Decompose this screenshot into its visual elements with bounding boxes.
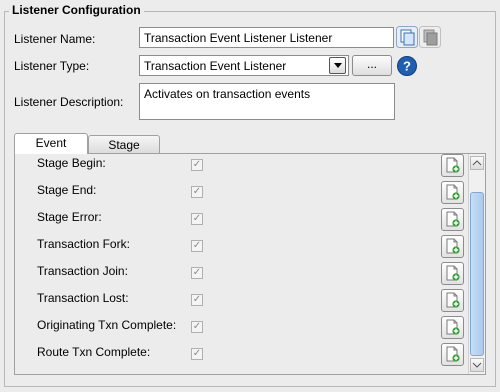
event-list-scrollbar[interactable] bbox=[468, 154, 485, 374]
group-title: Listener Configuration bbox=[9, 3, 144, 17]
stage-error-checkbox[interactable]: ✓ bbox=[191, 213, 203, 225]
add-document-icon bbox=[446, 238, 460, 254]
event-label-route-txn-complete: Route Txn Complete: bbox=[37, 345, 151, 359]
paste-button[interactable] bbox=[419, 26, 441, 48]
event-label-transaction-join: Transaction Join: bbox=[37, 264, 128, 278]
add-document-icon bbox=[446, 157, 460, 173]
add-stage-end-button[interactable] bbox=[441, 181, 464, 204]
copy-button[interactable] bbox=[396, 26, 418, 48]
copy-icon bbox=[396, 26, 418, 48]
tab-event[interactable]: Event bbox=[14, 133, 88, 154]
listener-name-field[interactable]: Transaction Event Listener Listener bbox=[139, 27, 394, 48]
event-panel: Stage Begin: ✓ Stage End: ✓ Stage Error:… bbox=[14, 153, 486, 375]
event-label-transaction-lost: Transaction Lost: bbox=[37, 291, 129, 305]
route-txn-complete-checkbox[interactable]: ✓ bbox=[191, 348, 203, 360]
add-document-icon bbox=[446, 211, 460, 227]
help-icon: ? bbox=[397, 56, 417, 76]
transaction-fork-checkbox[interactable]: ✓ bbox=[191, 240, 203, 252]
originating-txn-complete-checkbox[interactable]: ✓ bbox=[191, 321, 203, 333]
add-document-icon bbox=[446, 292, 460, 308]
paste-icon bbox=[419, 26, 441, 48]
chevron-down-icon[interactable] bbox=[329, 57, 346, 74]
listener-description-field[interactable]: Activates on transaction events bbox=[139, 83, 395, 120]
listener-type-label: Listener Type: bbox=[14, 59, 90, 73]
help-button[interactable]: ? bbox=[396, 55, 418, 77]
add-originating-txn-complete-button[interactable] bbox=[441, 316, 464, 339]
browse-button[interactable]: ... bbox=[352, 55, 392, 76]
listener-description-label: Listener Description: bbox=[14, 95, 124, 109]
scroll-up-arrow-icon[interactable] bbox=[470, 156, 484, 170]
transaction-lost-checkbox[interactable]: ✓ bbox=[191, 294, 203, 306]
add-stage-error-button[interactable] bbox=[441, 208, 464, 231]
stage-end-checkbox[interactable]: ✓ bbox=[191, 186, 203, 198]
add-stage-begin-button[interactable] bbox=[441, 154, 464, 177]
scrollbar-thumb[interactable] bbox=[470, 192, 484, 356]
listener-name-label: Listener Name: bbox=[14, 32, 96, 46]
add-document-icon bbox=[446, 184, 460, 200]
add-transaction-join-button[interactable] bbox=[441, 262, 464, 285]
event-label-stage-begin: Stage Begin: bbox=[37, 156, 106, 170]
event-label-originating-txn-complete: Originating Txn Complete: bbox=[37, 318, 177, 332]
listener-type-select[interactable]: Transaction Event Listener bbox=[139, 55, 349, 76]
transaction-join-checkbox[interactable]: ✓ bbox=[191, 267, 203, 279]
add-document-icon bbox=[446, 346, 460, 362]
stage-begin-checkbox[interactable]: ✓ bbox=[191, 159, 203, 171]
add-document-icon bbox=[446, 265, 460, 281]
add-document-icon bbox=[446, 319, 460, 335]
add-transaction-lost-button[interactable] bbox=[441, 289, 464, 312]
event-label-transaction-fork: Transaction Fork: bbox=[37, 237, 130, 251]
event-label-stage-end: Stage End: bbox=[37, 183, 97, 197]
tab-stage[interactable]: Stage bbox=[88, 135, 160, 153]
add-route-txn-complete-button[interactable] bbox=[441, 343, 464, 366]
event-label-stage-error: Stage Error: bbox=[37, 210, 102, 224]
add-transaction-fork-button[interactable] bbox=[441, 235, 464, 258]
scroll-down-arrow-icon[interactable] bbox=[470, 358, 484, 372]
svg-text:?: ? bbox=[403, 59, 411, 74]
listener-type-value: Transaction Event Listener bbox=[144, 59, 287, 73]
